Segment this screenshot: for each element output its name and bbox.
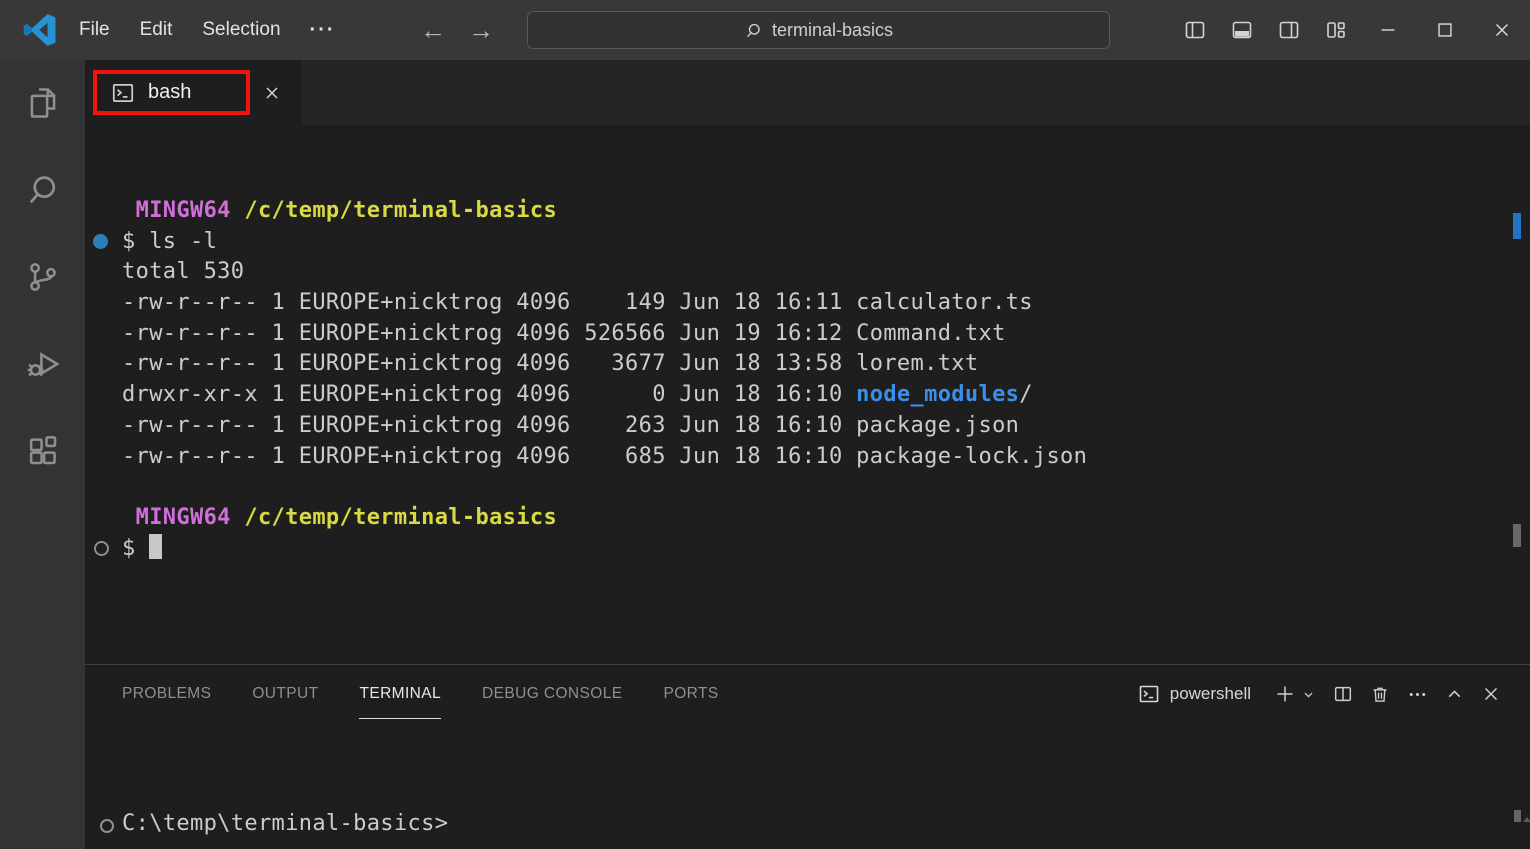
forward-arrow-icon[interactable]: → xyxy=(468,17,494,43)
close-icon xyxy=(262,83,282,103)
title-bar: File Edit Selection ··· ← → terminal-bas… xyxy=(0,0,1530,60)
powershell-prompt: C:\temp\terminal-basics> xyxy=(122,811,448,836)
layout-controls xyxy=(1183,18,1348,42)
overview-ruler-mark-blue xyxy=(1513,213,1521,239)
terminal-line: -rw-r--r-- 1 EUROPE+nicktrog 4096 3677 J… xyxy=(122,349,1087,380)
terminal-editor[interactable]: MINGW64 /c/temp/terminal-basics$ ls -lto… xyxy=(85,125,1530,664)
panel-tab-problems[interactable]: PROBLEMS xyxy=(122,665,211,723)
menu-bar: File Edit Selection ··· xyxy=(64,0,350,60)
minimize-icon xyxy=(1377,19,1399,41)
terminal-output: MINGW64 /c/temp/terminal-basics$ ls -lto… xyxy=(122,196,1087,564)
kill-terminal-trash-icon[interactable] xyxy=(1369,683,1391,705)
terminal-line xyxy=(122,472,1087,503)
maximize-panel-chevron-up-icon[interactable] xyxy=(1444,684,1465,705)
terminal-line: total 530 xyxy=(122,257,1087,288)
panel-tab-debug-console[interactable]: DEBUG CONSOLE xyxy=(482,665,622,723)
scroll-indicator xyxy=(1523,817,1530,822)
close-icon xyxy=(1491,19,1513,41)
bottom-panel: PROBLEMS OUTPUT TERMINAL DEBUG CONSOLE PORTS… xyxy=(85,664,1530,849)
panel-tab-terminal[interactable]: TERMINAL xyxy=(359,665,441,723)
search-value: terminal-basics xyxy=(772,20,893,41)
back-arrow-icon[interactable]: ← xyxy=(420,17,446,43)
window-controls xyxy=(1359,0,1530,60)
window-maximize-button[interactable] xyxy=(1416,0,1473,60)
maximize-icon xyxy=(1434,19,1456,41)
history-nav: ← → xyxy=(420,0,494,60)
terminal-cursor xyxy=(149,534,162,559)
tab-label: bash xyxy=(148,81,191,104)
overview-ruler-mark-gray xyxy=(1513,524,1521,547)
toggle-panel-icon[interactable] xyxy=(1230,18,1254,42)
panel-tab-ports[interactable]: PORTS xyxy=(663,665,718,723)
panel-header: PROBLEMS OUTPUT TERMINAL DEBUG CONSOLE PORTS… xyxy=(85,665,1530,723)
command-decoration-dot[interactable] xyxy=(93,234,108,249)
terminal-line: drwxr-xr-x 1 EUROPE+nicktrog 4096 0 Jun … xyxy=(122,380,1087,411)
tab-close-button[interactable] xyxy=(260,81,284,105)
command-decoration-ring[interactable] xyxy=(94,541,109,556)
panel-tab-output[interactable]: OUTPUT xyxy=(252,665,318,723)
new-terminal-icon[interactable] xyxy=(1273,682,1297,706)
overview-ruler-mark-gray xyxy=(1514,810,1521,822)
toggle-secondary-sidebar-icon[interactable] xyxy=(1277,18,1301,42)
chevron-down-icon[interactable] xyxy=(1300,686,1317,703)
terminal-line: MINGW64 /c/temp/terminal-basics xyxy=(122,196,1087,227)
toggle-primary-sidebar-icon[interactable] xyxy=(1183,18,1207,42)
command-center-search[interactable]: terminal-basics xyxy=(527,11,1110,49)
command-decoration-ring[interactable] xyxy=(100,819,114,833)
activity-bar xyxy=(0,60,85,849)
terminal-line: -rw-r--r-- 1 EUROPE+nicktrog 4096 526566… xyxy=(122,319,1087,350)
menu-selection[interactable]: Selection xyxy=(187,13,295,47)
terminal-icon xyxy=(110,80,136,106)
terminal-profile-label: powershell xyxy=(1170,684,1251,704)
terminal-line: -rw-r--r-- 1 EUROPE+nicktrog 4096 263 Ju… xyxy=(122,411,1087,442)
vscode-window: File Edit Selection ··· ← → terminal-bas… xyxy=(0,0,1530,849)
customize-layout-icon[interactable] xyxy=(1324,18,1348,42)
new-terminal-split-button xyxy=(1273,682,1317,706)
terminal-line: -rw-r--r-- 1 EUROPE+nicktrog 4096 685 Ju… xyxy=(122,442,1087,473)
run-and-debug-icon[interactable] xyxy=(24,345,62,383)
terminal-line: $ xyxy=(122,534,1087,565)
terminal-line: MINGW64 /c/temp/terminal-basics xyxy=(122,503,1087,534)
terminal-line: $ ls -l xyxy=(122,227,1087,258)
search-view-icon[interactable] xyxy=(24,171,62,209)
source-control-icon[interactable] xyxy=(24,258,62,296)
menu-file[interactable]: File xyxy=(64,13,125,47)
panel-tabs: PROBLEMS OUTPUT TERMINAL DEBUG CONSOLE PORTS xyxy=(122,665,719,723)
vscode-logo-icon xyxy=(22,12,58,48)
window-close-button[interactable] xyxy=(1473,0,1530,60)
more-actions-icon[interactable] xyxy=(1406,683,1429,706)
panel-terminal[interactable]: C:\temp\terminal-basics> xyxy=(85,723,1530,849)
split-terminal-icon[interactable] xyxy=(1332,683,1354,705)
menu-overflow-icon[interactable]: ··· xyxy=(296,19,350,42)
editor-tab-strip: bash xyxy=(85,60,1530,125)
panel-controls: powershell xyxy=(1137,682,1502,706)
window-minimize-button[interactable] xyxy=(1359,0,1416,60)
extensions-icon[interactable] xyxy=(24,432,62,470)
tab-bash[interactable]: bash xyxy=(85,60,302,125)
explorer-icon[interactable] xyxy=(24,84,62,122)
active-terminal-item[interactable]: powershell xyxy=(1137,682,1251,706)
close-panel-icon[interactable] xyxy=(1480,683,1502,705)
search-icon xyxy=(744,21,763,40)
terminal-icon xyxy=(1137,682,1161,706)
menu-edit[interactable]: Edit xyxy=(125,13,188,47)
terminal-line: -rw-r--r-- 1 EUROPE+nicktrog 4096 149 Ju… xyxy=(122,288,1087,319)
